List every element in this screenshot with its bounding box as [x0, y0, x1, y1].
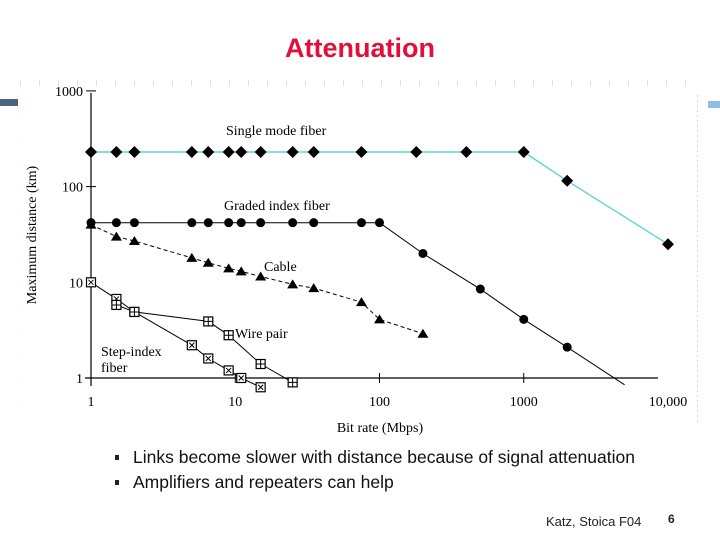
single-mode-fiber-point [517, 145, 530, 158]
graded-index-fiber-point [256, 218, 266, 228]
graded-index-fiber-point [288, 218, 298, 228]
wire-pair-point [203, 316, 214, 327]
single-mode-fiber-point [286, 145, 299, 158]
single-mode-fiber-point [185, 145, 198, 158]
graded-index-fiber-point [475, 284, 485, 294]
graded-index-fiber-point [519, 314, 529, 324]
chart-series-markers [85, 145, 674, 393]
step-index-fiber-point [186, 340, 197, 351]
step-index-fiber-point [255, 382, 266, 393]
bullet-text: Amplifiers and repeaters can help [133, 472, 394, 492]
graded-index-fiber-point [111, 218, 121, 228]
chart-series-lines [90, 151, 669, 388]
bullet-list: Links become slower with distance becaus… [115, 447, 635, 497]
x-tick-label: 1000 [510, 395, 538, 410]
single-mode-fiber-point [128, 145, 141, 158]
step-index-fiber-point [85, 277, 97, 288]
graded-index-fiber-point [418, 248, 428, 258]
cable-point [110, 231, 122, 241]
page-number: 6 [668, 512, 675, 526]
series-label-cable: Cable [264, 260, 297, 275]
single-mode-fiber-point [355, 145, 368, 158]
step-index-fiber-point [236, 372, 247, 384]
chart-axes: 1 10 100 1000 10,000 1 10 100 1000 [55, 85, 687, 410]
series-label-line: fiber [101, 361, 128, 376]
series-label-single-mode-fiber: Single mode fiber [226, 124, 327, 139]
bullet-marker [115, 455, 119, 460]
wire-pair-point [223, 330, 234, 341]
single-mode-fiber-point [307, 145, 320, 158]
bullet-text: Links become slower with distance becaus… [133, 447, 635, 467]
step-index-fiber-point [223, 365, 234, 376]
wire-pair-point [287, 377, 298, 388]
step-index-fiber-point [203, 353, 214, 364]
footer-credit: Katz, Stoica F04 [546, 514, 642, 529]
single-mode-fiber-point [110, 145, 123, 158]
bullet-item: Amplifiers and repeaters can help [115, 472, 635, 493]
wire-pair-point [111, 299, 122, 311]
graded-index-fiber-point [309, 218, 319, 228]
graded-index-fiber-point [562, 342, 572, 352]
cable-point [223, 263, 235, 273]
single-mode-fiber-point [235, 145, 248, 158]
single-mode-fiber-point [85, 145, 97, 158]
y-tick-label: 10 [69, 276, 83, 291]
series-label-line: Step-index [101, 345, 162, 360]
x-axis-label: Bit rate (Mbps) [337, 421, 424, 436]
graded-index-fiber-point [236, 218, 246, 228]
single-mode-fiber-point [222, 145, 235, 158]
x-tick-label: 10,000 [649, 395, 688, 410]
cable-point [308, 283, 320, 293]
bullet-item: Links become slower with distance becaus… [115, 447, 635, 468]
series-label-wire-pair: Wire pair [235, 327, 288, 342]
graded-index-fiber-point [203, 218, 213, 228]
y-axis-label: Maximum distance (km) [25, 165, 40, 304]
single-mode-fiber-point [254, 145, 267, 158]
y-tick-label: 1 [76, 372, 83, 387]
single-mode-fiber-point [561, 174, 574, 187]
bullet-marker [115, 480, 119, 485]
single-mode-fiber-line [91, 151, 669, 245]
graded-index-fiber-point [375, 218, 384, 228]
graded-index-fiber-point [187, 218, 197, 228]
cable-point [202, 257, 214, 267]
single-mode-fiber-point [662, 238, 674, 251]
x-tick-label: 100 [369, 395, 390, 410]
series-label-step-index-fiber: Step-index fiber [101, 345, 162, 376]
wire-pair-point [255, 358, 266, 370]
cable-point [186, 252, 198, 262]
cable-point [417, 328, 429, 338]
x-tick-label: 1 [88, 395, 95, 410]
cable-point [355, 297, 367, 307]
single-mode-fiber-point [410, 145, 423, 158]
single-mode-fiber-point [460, 145, 473, 158]
chart-labels: Bit rate (Mbps) Maximum distance (km) Sing… [25, 124, 423, 436]
single-mode-fiber-point [202, 145, 215, 158]
cable-point [235, 266, 247, 276]
graded-index-fiber-point [356, 218, 366, 228]
wire-pair-point [129, 306, 140, 318]
series-label-graded-index-fiber: Graded index fiber [224, 199, 330, 214]
y-tick-label: 100 [62, 181, 83, 196]
graded-index-fiber-point [129, 218, 139, 228]
x-tick-label: 10 [228, 395, 242, 410]
graded-index-fiber-point [224, 218, 234, 228]
y-tick-label: 1000 [55, 85, 83, 100]
